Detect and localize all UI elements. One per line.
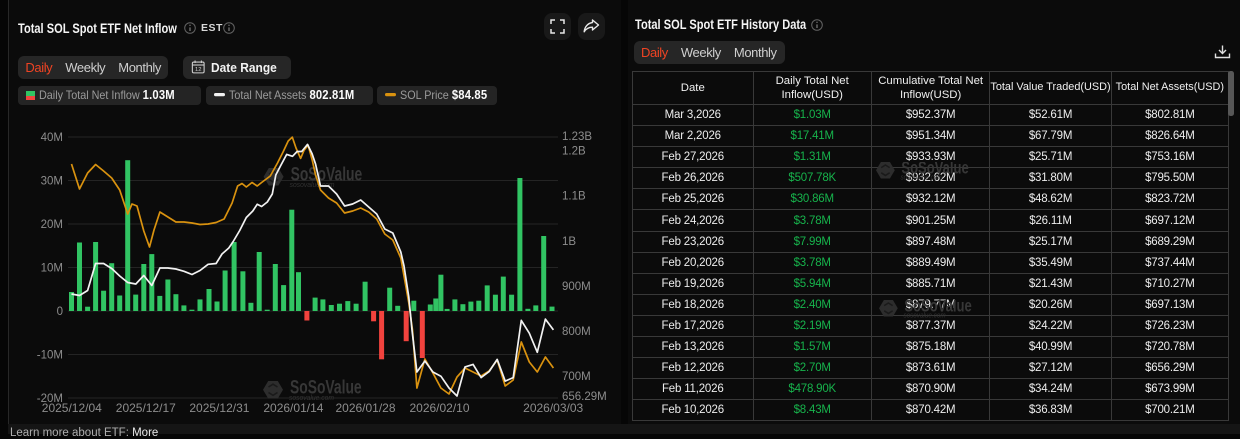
svg-text:800M: 800M — [562, 326, 591, 338]
svg-text:1.2B: 1.2B — [562, 146, 586, 158]
svg-text:20M: 20M — [41, 219, 63, 231]
svg-text:10M: 10M — [41, 263, 63, 275]
svg-text:2025/12/17: 2025/12/17 — [116, 401, 176, 415]
svg-text:2026/01/28: 2026/01/28 — [335, 401, 395, 415]
svg-text:700M: 700M — [562, 371, 591, 383]
svg-text:2025/12/31: 2025/12/31 — [189, 401, 249, 415]
svg-text:2026/02/10: 2026/02/10 — [409, 401, 469, 415]
svg-text:2025/12/04: 2025/12/04 — [42, 401, 102, 415]
svg-text:900M: 900M — [562, 281, 591, 293]
svg-text:1.23B: 1.23B — [562, 131, 592, 143]
svg-text:12: 12 — [195, 67, 202, 73]
svg-text:40M: 40M — [41, 132, 63, 144]
svg-text:1B: 1B — [562, 236, 576, 248]
svg-text:0: 0 — [57, 306, 63, 318]
svg-text:2026/01/14: 2026/01/14 — [263, 401, 323, 415]
svg-text:2026/03/03: 2026/03/03 — [523, 401, 583, 415]
svg-text:-10M: -10M — [37, 350, 63, 362]
svg-text:1.1B: 1.1B — [562, 191, 586, 203]
svg-text:30M: 30M — [41, 176, 63, 188]
svg-text:sosovalue.com: sosovalue.com — [290, 180, 335, 188]
